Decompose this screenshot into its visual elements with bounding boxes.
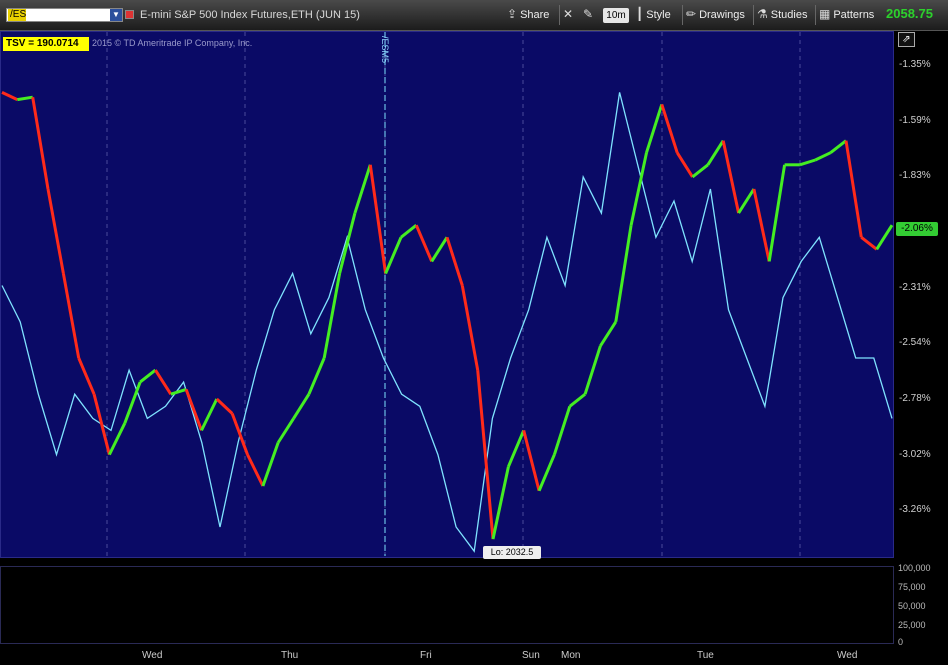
copyright-text: 2015 © TD Ameritrade IP Company, Inc.	[92, 38, 253, 48]
price-candle-down	[77, 357, 96, 395]
price-candle-down	[31, 96, 50, 190]
drawing-tool-icon[interactable]: ⇗	[898, 32, 915, 47]
y-tick-label: -1.83%	[899, 170, 931, 181]
price-candle-up	[737, 188, 756, 214]
x-tick-label: Wed	[837, 650, 858, 661]
tsv-value: = 190.0714	[28, 38, 79, 49]
price-candle-up	[200, 398, 219, 432]
price-candle-down	[154, 369, 173, 396]
price-candle-up	[17, 95, 33, 102]
price-candle-up	[400, 224, 418, 239]
price-candle-up	[261, 442, 280, 487]
price-candle-up	[875, 224, 894, 251]
price-candle-up	[353, 164, 372, 214]
x-tick-label: Wed	[142, 650, 163, 661]
price-candle-up	[767, 164, 787, 262]
price-candle-up	[614, 224, 633, 323]
tsv-line	[1, 92, 893, 553]
price-candle-up	[799, 158, 816, 167]
price-candle-up	[338, 212, 357, 274]
price-candle-down	[184, 388, 203, 431]
tsv-name: TSV	[6, 38, 26, 49]
price-candle-down	[844, 140, 863, 238]
price-candle-down	[660, 103, 679, 154]
price-candle-up	[170, 387, 187, 396]
price-candle-down	[721, 140, 741, 214]
price-candle-down	[522, 430, 541, 492]
price-candle-down	[368, 164, 388, 274]
y-tick-label: -2.78%	[899, 393, 931, 404]
contract-rollover-marker: /ESM5	[380, 36, 390, 64]
price-candle-up	[814, 151, 832, 162]
x-tick-label: Fri	[420, 650, 432, 661]
y-tick-label: -1.35%	[899, 59, 931, 70]
price-candle-up	[583, 345, 602, 395]
price-candle-down	[752, 188, 771, 262]
price-candle-down	[860, 236, 878, 251]
price-candle-up	[568, 393, 587, 408]
price-candle-down	[675, 151, 694, 178]
price-candle-up	[706, 139, 725, 166]
price-candle-down	[476, 369, 495, 540]
low-price-bubble: Lo: 2032.5	[483, 546, 541, 559]
price-candle-up	[307, 357, 326, 395]
price-candle-down	[460, 285, 480, 371]
tsv-study-label[interactable]: TSV = 190.0714	[3, 37, 89, 51]
price-candle-up	[507, 429, 526, 468]
price-candle-up	[552, 405, 572, 456]
price-candle-up	[430, 236, 449, 263]
current-percent-badge: -2.06%	[896, 222, 938, 236]
y-tick-label: -1.59%	[899, 115, 931, 126]
volume-tick-label: 50,000	[898, 601, 926, 611]
price-candle-down	[215, 397, 234, 415]
price-candle-down	[46, 188, 65, 274]
volume-tick-label: 100,000	[898, 563, 931, 573]
volume-tick-label: 25,000	[898, 620, 926, 630]
price-candle-up	[139, 368, 157, 384]
price-candle-down	[61, 273, 81, 359]
y-tick-label: -2.54%	[899, 337, 931, 348]
volume-pane[interactable]	[0, 566, 894, 644]
y-tick-label: -3.26%	[899, 504, 931, 515]
price-candle-up	[599, 320, 618, 347]
price-candle-down	[445, 236, 464, 286]
price-candle-up	[123, 381, 142, 424]
price-candle-down	[414, 224, 434, 262]
price-candle-up	[292, 393, 311, 420]
price-candle-up	[491, 466, 510, 540]
price-candle-up	[829, 139, 847, 154]
x-tick-label: Thu	[281, 650, 299, 661]
price-candle-up	[276, 417, 295, 444]
price-candle-down	[246, 453, 265, 487]
x-tick-label: Mon	[561, 650, 581, 661]
x-tick-label: Tue	[697, 650, 714, 661]
price-candle-up	[691, 163, 709, 179]
price-candle-up	[645, 103, 664, 154]
price-candle-up	[384, 236, 403, 275]
price-candle-down	[1, 91, 18, 101]
x-tick-label: Sun	[522, 650, 540, 661]
y-tick-label: -2.31%	[899, 282, 931, 293]
price-candle-up	[537, 454, 556, 492]
y-tick-label: -3.02%	[899, 449, 931, 460]
volume-tick-label: 75,000	[898, 582, 926, 592]
